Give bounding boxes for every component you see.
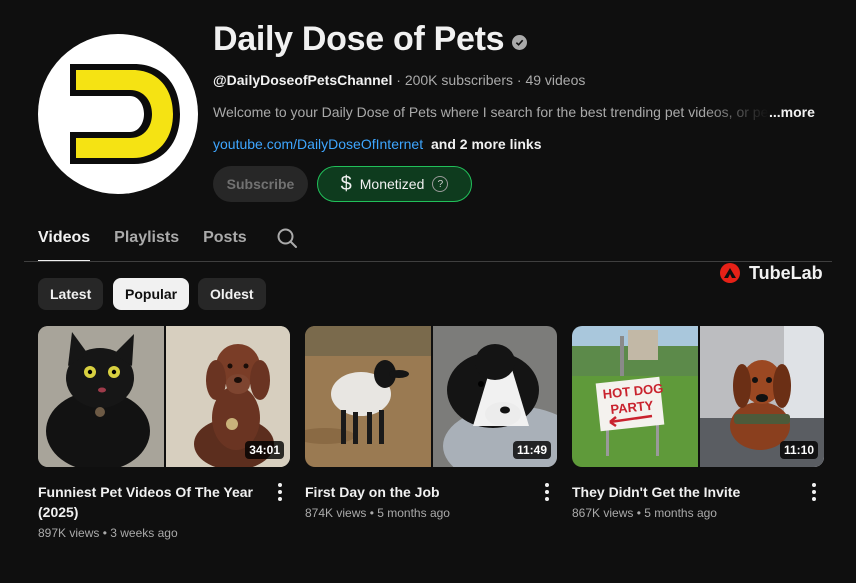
video-card[interactable]: 11:49 First Day on the Job 874K views • … [305,326,557,520]
video-count: 49 videos [525,72,586,88]
more-links-button[interactable]: and 2 more links [431,136,541,152]
meta-separator: · [392,72,405,88]
video-title[interactable]: First Day on the Job [305,482,520,502]
video-thumbnail[interactable]: 34:01 [38,326,290,467]
view-count: 897K views [38,526,100,540]
tab-playlists[interactable]: Playlists [114,226,179,262]
hot-dog-party-sign-image: HOT DOG PARTY [572,326,698,467]
tubelab-label: TubeLab [749,262,823,283]
description-text: Welcome to your Daily Dose of Pets where… [213,104,769,120]
dollar-icon: $ [340,172,352,195]
more-options-icon[interactable] [537,482,557,502]
description-more-link[interactable]: ...more [769,104,815,120]
filter-latest[interactable]: Latest [38,278,104,310]
help-icon[interactable]: ? [432,176,449,192]
video-title[interactable]: They Didn't Get the Invite [572,482,787,502]
meta-separator: • [366,506,378,520]
video-meta: 874K views • 5 months ago [305,506,450,520]
meta-separator: • [633,506,645,520]
video-duration: 11:10 [779,441,818,459]
view-count: 867K views [572,506,634,520]
filter-oldest[interactable]: Oldest [198,278,266,310]
filter-popular[interactable]: Popular [113,278,190,310]
tubelab-badge[interactable]: TubeLab [719,262,823,284]
video-meta: 897K views • 3 weeks ago [38,526,178,540]
lamb-image [305,326,431,467]
video-thumbnail[interactable]: 11:49 [305,326,557,467]
upload-age: 5 months ago [377,506,450,520]
verified-check-icon [512,35,528,50]
monetized-button[interactable]: $ Monetized ? [317,166,472,202]
view-count: 874K views [305,506,367,520]
video-card[interactable]: 34:01 Funniest Pet Videos Of The Year (2… [38,326,290,540]
video-card[interactable]: HOT DOG PARTY 11:10 They Didn't Get the [572,326,824,520]
upload-age: 5 months ago [644,506,717,520]
tubelab-logo-icon [720,263,740,283]
search-icon[interactable] [275,226,299,250]
meta-separator: · [513,72,526,88]
video-duration: 34:01 [245,441,284,459]
video-duration: 11:49 [512,441,551,459]
channel-meta: @DailyDoseofPetsChannel · 200K subscribe… [213,72,585,88]
subscribe-button[interactable]: Subscribe [213,166,308,202]
subscriber-count: 200K subscribers [404,72,513,88]
more-options-icon[interactable] [270,482,290,502]
daily-dose-logo [70,64,180,164]
upload-age: 3 weeks ago [110,526,178,540]
video-meta: 867K views • 5 months ago [572,506,717,520]
channel-title: Daily Dose of Pets [213,20,528,59]
meta-separator: • [99,526,111,540]
channel-name: Daily Dose of Pets [213,20,505,58]
channel-tabs: Videos Playlists Posts [38,226,271,262]
video-thumbnail[interactable]: HOT DOG PARTY 11:10 [572,326,824,467]
channel-links: youtube.com/DailyDoseOfInternet and 2 mo… [213,136,541,152]
video-title[interactable]: Funniest Pet Videos Of The Year (2025) [38,482,253,522]
tabs-divider [24,261,832,262]
channel-external-link[interactable]: youtube.com/DailyDoseOfInternet [213,136,423,152]
monetized-label: Monetized [359,176,425,192]
more-options-icon[interactable] [804,482,824,502]
tab-videos[interactable]: Videos [38,226,91,262]
tab-posts[interactable]: Posts [203,226,247,262]
channel-handle: @DailyDoseofPetsChannel [213,72,393,88]
channel-avatar[interactable] [38,34,198,194]
black-cat-image [38,326,164,467]
channel-description[interactable]: Welcome to your Daily Dose of Pets where… [213,104,818,120]
